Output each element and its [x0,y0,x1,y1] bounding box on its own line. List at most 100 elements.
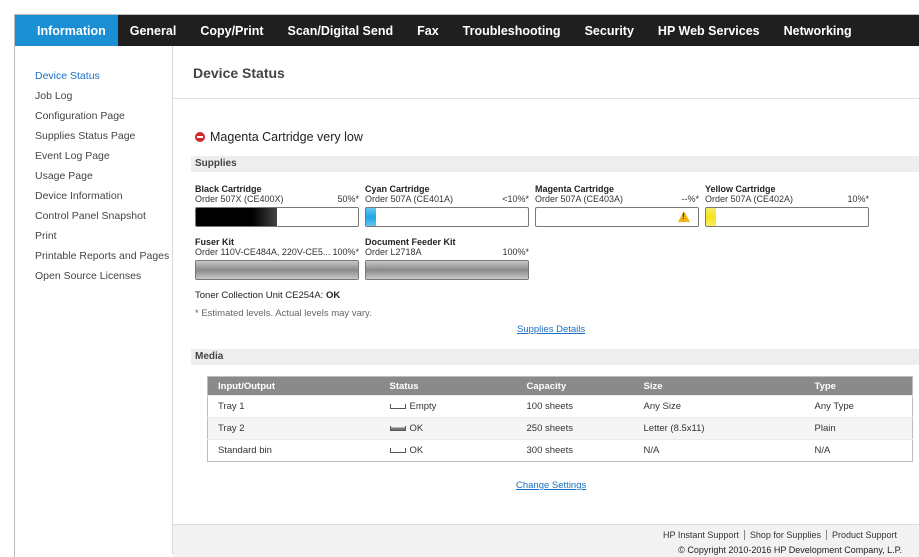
kit-order: Order L2718A [365,247,422,257]
title-divider [173,98,919,99]
column-header: Input/Output [207,376,380,396]
kit-level-bar[interactable] [195,260,359,280]
error-icon [195,132,205,142]
level-fill [706,208,716,226]
size-cell: Any Size [633,395,805,418]
sidebar-item-device-information[interactable]: Device Information [15,186,172,206]
size-cell: N/A [633,439,805,462]
column-header: Type [804,376,913,396]
alert-text: Magenta Cartridge very low [210,130,363,144]
table-row: Tray 1 Empty 100 sheets Any Size Any Typ… [207,395,913,418]
cartridge-name: Magenta Cartridge [535,184,615,194]
footer-link-hp-instant-support[interactable]: HP Instant Support [658,530,744,540]
warning-icon [678,211,690,222]
supplies-section-header: Supplies [191,156,919,172]
cartridge-level: 50%* [337,194,359,204]
sidebar-item-device-status[interactable]: Device Status [15,66,172,86]
cartridge-name: Cyan Cartridge [365,184,430,194]
cartridge-order: Order 507X (CE400X) [195,194,284,204]
cartridge-magenta: Magenta Cartridge Order 507A (CE403A) --%… [535,184,699,227]
status-cell: OK [379,439,517,462]
change-settings-link[interactable]: Change Settings [516,480,586,491]
toner-collection-status: Toner Collection Unit CE254A: OK [195,290,340,301]
main-content: Device Status Magenta Cartridge very low… [173,46,919,524]
level-fill [366,208,376,226]
sidebar-item-event-log-page[interactable]: Event Log Page [15,146,172,166]
column-header: Capacity [516,376,634,396]
tab-security[interactable]: Security [573,15,646,46]
estimate-note: * Estimated levels. Actual levels may va… [195,308,372,319]
tab-general[interactable]: General [118,15,189,46]
cartridge-name: Black Cartridge [195,184,262,194]
tab-fax[interactable]: Fax [405,15,451,46]
cartridge-level: <10%* [502,194,529,204]
cartridge-level: 10%* [847,194,869,204]
kit-order: Order 110V-CE484A, 220V-CE5... [195,247,331,257]
cartridge-level-bar[interactable] [365,207,529,227]
sidebar-item-configuration-page[interactable]: Configuration Page [15,106,172,126]
kit-name: Document Feeder Kit [365,237,456,247]
cartridge-cyan: Cyan Cartridge Order 507A (CE401A) <10%* [365,184,529,227]
toner-label: Toner Collection Unit CE254A: [195,290,324,301]
kit-level-bar[interactable] [365,260,529,280]
capacity-cell: 250 sheets [516,417,634,440]
footer-link-shop-for-supplies[interactable]: Shop for Supplies [743,530,826,540]
tab-hp-web-services[interactable]: HP Web Services [646,15,772,46]
sidebar-item-job-log[interactable]: Job Log [15,86,172,106]
media-header-row: Input/Output Status Capacity Size Type [207,376,913,396]
tray-empty-icon [389,403,406,409]
copyright: © Copyright 2010-2016 HP Development Com… [678,545,902,555]
status-text: OK [409,445,424,456]
sidebar-item-supplies-status-page[interactable]: Supplies Status Page [15,126,172,146]
cartridge-level-bar[interactable] [535,207,699,227]
tab-information[interactable]: Information [15,15,118,46]
footer-link-product-support[interactable]: Product Support [825,530,902,540]
cartridge-level-bar[interactable] [705,207,869,227]
tab-scan-digital-send[interactable]: Scan/Digital Send [276,15,406,46]
kit-name: Fuser Kit [195,237,235,247]
cartridge-level-bar[interactable] [195,207,359,227]
table-row: Standard bin OK 300 sheets N/A N/A [207,439,913,462]
media-section-header: Media [191,349,919,365]
bin-icon [389,447,406,453]
column-header: Status [379,376,517,396]
type-cell: N/A [804,439,913,462]
capacity-cell: 100 sheets [516,395,634,418]
cartridge-order: Order 507A (CE403A) [535,194,624,204]
status-alert: Magenta Cartridge very low [195,130,363,144]
browser-frame: Information General Copy/Print Scan/Digi… [14,14,919,557]
level-fill [366,261,528,279]
sidebar-item-control-panel-snapshot[interactable]: Control Panel Snapshot [15,206,172,226]
kit-fuser: Fuser Kit Order 110V-CE484A, 220V-CE5...… [195,237,359,280]
kit-level: 100%* [502,247,529,257]
tab-copy-print[interactable]: Copy/Print [188,15,275,46]
sidebar-item-printable-reports[interactable]: Printable Reports and Pages [15,246,172,266]
table-row: Tray 2 OK 250 sheets Letter (8.5x11) Pla… [207,417,913,440]
cartridge-name: Yellow Cartridge [705,184,776,194]
column-header: Size [633,376,805,396]
footer: HP Instant Support Shop for Supplies Pro… [173,524,919,557]
cartridge-level: --%* [681,194,700,204]
size-cell: Letter (8.5x11) [633,417,805,440]
cartridge-black: Black Cartridge Order 507X (CE400X) 50%* [195,184,359,227]
io-cell: Standard bin [207,439,380,462]
sidebar-item-print[interactable]: Print [15,226,172,246]
status-text: OK [409,423,424,434]
type-cell: Plain [804,417,913,440]
tab-networking[interactable]: Networking [772,15,864,46]
kit-level: 100%* [332,247,359,257]
sidebar: Device Status Job Log Configuration Page… [15,46,173,554]
sidebar-item-open-source-licenses[interactable]: Open Source Licenses [15,266,172,286]
status-cell: Empty [379,395,517,418]
tab-troubleshooting[interactable]: Troubleshooting [451,15,573,46]
level-fill [196,208,277,226]
page-title: Device Status [193,65,285,81]
sidebar-item-usage-page[interactable]: Usage Page [15,166,172,186]
cartridge-order: Order 507A (CE401A) [365,194,454,204]
status-text: Empty [409,401,437,412]
supplies-details-link[interactable]: Supplies Details [517,324,585,335]
type-cell: Any Type [804,395,913,418]
tray-partial-icon [389,425,406,431]
status-cell: OK [379,417,517,440]
io-cell: Tray 1 [207,395,380,418]
